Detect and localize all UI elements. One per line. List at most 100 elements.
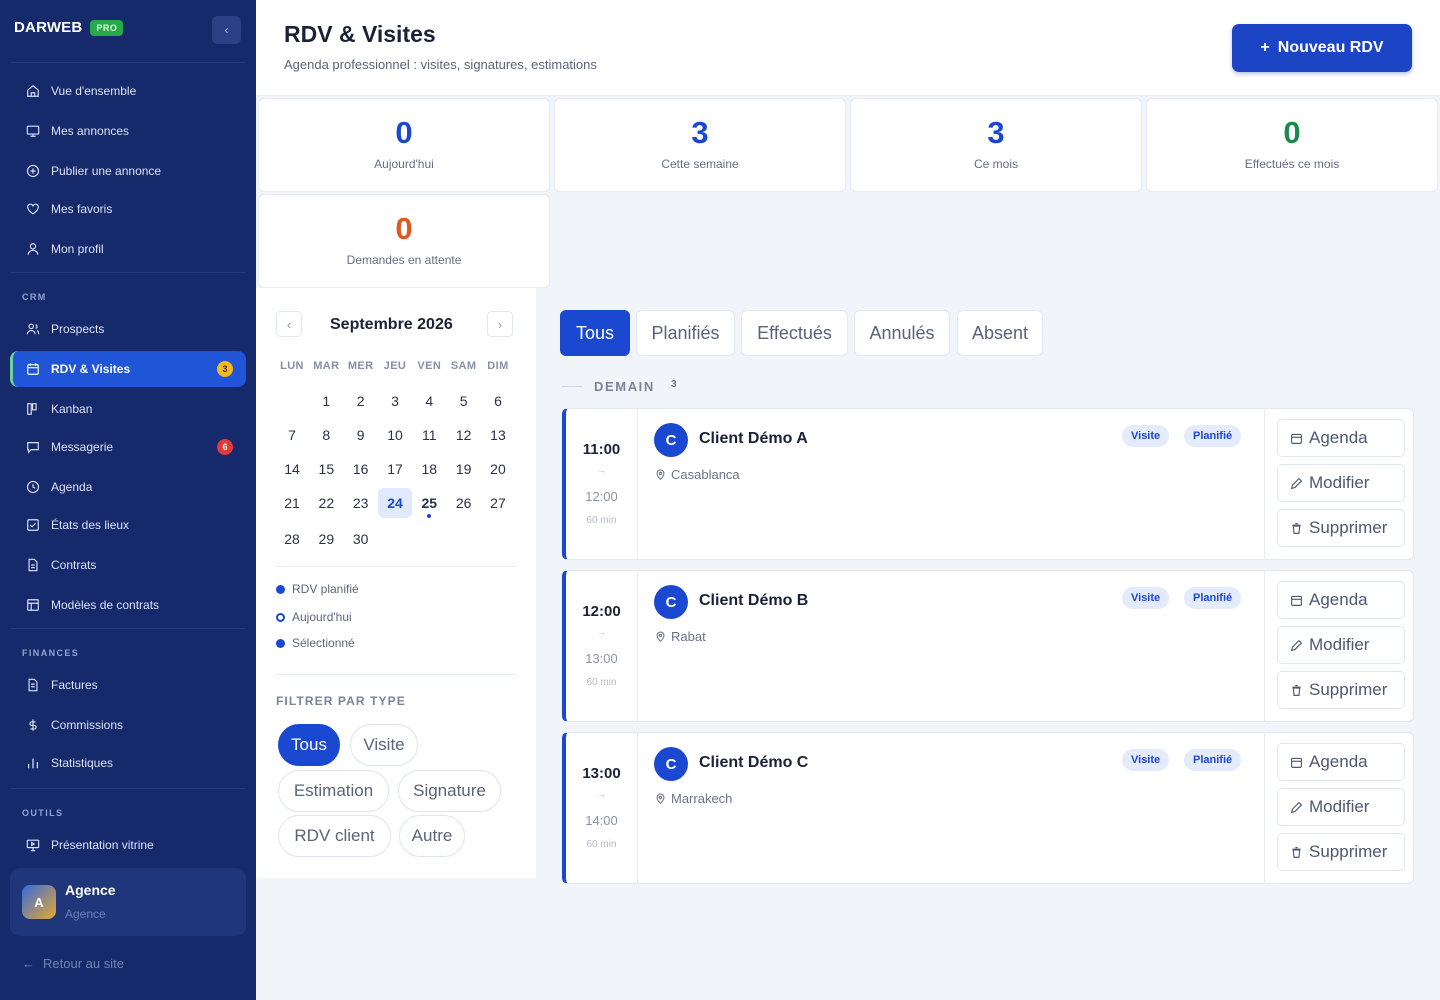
sidebar-item-contrats[interactable]: Contrats	[10, 547, 246, 583]
supprimer-button[interactable]: Supprimer	[1277, 671, 1405, 709]
edit-icon	[1290, 477, 1303, 489]
calendar-day[interactable]: 5	[447, 386, 481, 416]
appointment-actions: Agenda Modifier Supprimer	[1264, 571, 1414, 721]
agenda-button[interactable]: Agenda	[1277, 419, 1405, 457]
sidebar-item-statistiques[interactable]: Statistiques	[10, 745, 246, 781]
calendar-day[interactable]: 25	[412, 488, 446, 518]
calendar-panel: ‹ Septembre 2026 › LUN MAR MER JEU VEN SAM DIM…	[256, 288, 536, 878]
appointment-card[interactable]: 11:00 → 12:00 60 min C Client Démo A Casablanc…	[562, 408, 1414, 560]
calendar-day[interactable]: 13	[481, 420, 515, 450]
calendar-day[interactable]: 7	[275, 420, 309, 450]
calendar-day[interactable]: 22	[309, 488, 343, 518]
sidebar-item-vue-d-ensemble[interactable]: Vue d'ensemble	[10, 73, 246, 109]
calendar-day[interactable]: 23	[344, 488, 378, 518]
tab-absent[interactable]: Absent	[957, 310, 1043, 356]
filter-chip[interactable]: Autre	[399, 815, 465, 857]
sidebar-item-mes-favoris[interactable]: Mes favoris	[10, 191, 246, 227]
calendar-day[interactable]: 15	[309, 454, 343, 484]
tab-annul-s[interactable]: Annulés	[854, 310, 950, 356]
filter-chip[interactable]: Visite	[350, 724, 418, 766]
calendar-day[interactable]: 26	[447, 488, 481, 518]
modifier-button[interactable]: Modifier	[1277, 626, 1405, 664]
checklist-icon-svg	[27, 519, 39, 531]
calendar-day[interactable]: 27	[481, 488, 515, 518]
calendar-day[interactable]: 18	[412, 454, 446, 484]
client-name[interactable]: Client Démo A	[699, 430, 808, 448]
template-icon-svg	[27, 599, 39, 611]
sidebar-item-mod-les-de-contrats[interactable]: Modèles de contrats	[10, 587, 246, 623]
sidebar-divider	[10, 272, 246, 273]
calendar-day[interactable]: 9	[344, 420, 378, 450]
calendar-day[interactable]: 4	[412, 386, 446, 416]
arrow-down-icon: →	[597, 465, 606, 475]
calendar-day[interactable]: 24	[377, 488, 412, 518]
calendar-day[interactable]: 11	[412, 420, 446, 450]
prev-month-button[interactable]: ‹	[276, 311, 302, 337]
sidebar-item-publier-une-annonce[interactable]: Publier une annonce	[10, 153, 246, 189]
appointment-tag: Visite	[1122, 749, 1170, 771]
calendar-day[interactable]: 21	[275, 488, 309, 518]
calendar-day[interactable]: 17	[378, 454, 412, 484]
tab-planifi-s[interactable]: Planifiés	[636, 310, 735, 356]
user-icon-svg	[27, 243, 39, 255]
sidebar-item-messagerie[interactable]: Messagerie 6	[10, 429, 246, 465]
supprimer-button[interactable]: Supprimer	[1277, 833, 1405, 871]
calendar-day[interactable]: 12	[447, 420, 481, 450]
calendar-day[interactable]: 1	[309, 386, 343, 416]
sidebar-item-pr-sentation-vitrine[interactable]: Présentation vitrine	[10, 827, 246, 863]
filter-chip[interactable]: Estimation	[278, 770, 389, 812]
calendar-day[interactable]: 6	[481, 386, 515, 416]
supprimer-button[interactable]: Supprimer	[1277, 509, 1405, 547]
next-month-button[interactable]: ›	[487, 311, 513, 337]
calendar-day[interactable]: 20	[481, 454, 515, 484]
calendar-day[interactable]: 16	[344, 454, 378, 484]
calendar-icon	[1291, 433, 1302, 444]
sidebar-item-mon-profil[interactable]: Mon profil	[10, 231, 246, 267]
modifier-button[interactable]: Modifier	[1277, 788, 1405, 826]
agenda-button[interactable]: Agenda	[1277, 743, 1405, 781]
client-name[interactable]: Client Démo B	[699, 592, 808, 610]
map-pin-icon	[656, 793, 665, 804]
calendar-day[interactable]: 2	[344, 386, 378, 416]
new-appointment-button[interactable]: + Nouveau RDV	[1232, 24, 1412, 72]
sidebar-item-mes-annonces[interactable]: Mes annonces	[10, 113, 246, 149]
calendar-day[interactable]: 3	[378, 386, 412, 416]
brand[interactable]: DARWEB PRO	[14, 19, 124, 36]
sidebar-item-rdv-visites[interactable]: RDV & Visites 3	[10, 351, 246, 387]
appointment-card[interactable]: 12:00 → 13:00 60 min C Client Démo B Rabat Visi…	[562, 570, 1414, 722]
calendar-day[interactable]: 28	[275, 524, 309, 554]
weekday-label: MER	[347, 360, 374, 372]
filter-chip[interactable]: RDV client	[278, 815, 391, 857]
calendar-day[interactable]: 8	[309, 420, 343, 450]
sidebar-item-kanban[interactable]: Kanban	[10, 391, 246, 427]
client-name[interactable]: Client Démo C	[699, 754, 808, 772]
sidebar-item-commissions[interactable]: Commissions	[10, 707, 246, 743]
sidebar-item--tats-des-lieux[interactable]: États des lieux	[10, 507, 246, 543]
appointment-end: 14:00	[585, 813, 618, 828]
filter-chip[interactable]: Tous	[278, 724, 340, 766]
calendar-day[interactable]: 29	[309, 524, 343, 554]
sidebar-item-factures[interactable]: Factures	[10, 667, 246, 703]
appointment-card[interactable]: 13:00 → 14:00 60 min C Client Démo C Marrakech…	[562, 732, 1414, 884]
calendar-day[interactable]: 30	[344, 524, 378, 554]
agenda-button[interactable]: Agenda	[1277, 581, 1405, 619]
sidebar-collapse-button[interactable]: ‹	[212, 16, 241, 44]
calendar-day[interactable]: 19	[447, 454, 481, 484]
tab-effectu-s[interactable]: Effectués	[741, 310, 848, 356]
sidebar-item-agenda[interactable]: Agenda	[10, 469, 246, 505]
sidebar-item-label: États des lieux	[51, 518, 130, 532]
calendar-day[interactable]: 10	[378, 420, 412, 450]
page-title: RDV & Visites	[284, 21, 436, 47]
stat-card: 3 Ce mois	[850, 98, 1142, 192]
tab-tous[interactable]: Tous	[560, 310, 630, 356]
stat-card: 0 Effectués ce mois	[1146, 98, 1438, 192]
filter-chip[interactable]: Signature	[398, 770, 501, 812]
back-to-site-link[interactable]: ← Retour au site	[22, 956, 124, 971]
appointment-duration: 60 min	[586, 677, 617, 688]
modifier-button[interactable]: Modifier	[1277, 464, 1405, 502]
user-card[interactable]: A Agence Agence	[10, 868, 246, 936]
legend-item: Sélectionné	[276, 636, 355, 650]
calendar-day[interactable]: 14	[275, 454, 309, 484]
sidebar-item-prospects[interactable]: Prospects	[10, 311, 246, 347]
sidebar-item-label: Commissions	[51, 718, 124, 732]
